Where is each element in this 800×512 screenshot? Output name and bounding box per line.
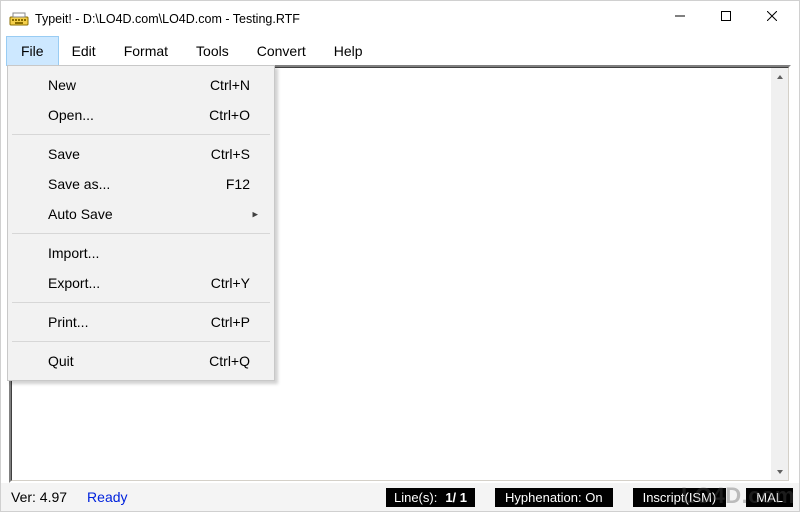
ready-label: Ready bbox=[87, 489, 127, 505]
app-window: { "titlebar": { "title": "Typeit! - D:\\… bbox=[0, 0, 800, 512]
menu-item-save[interactable]: SaveCtrl+S bbox=[10, 139, 272, 169]
hyphenation-pane: Hyphenation: On bbox=[495, 488, 613, 507]
inscript-pane: Inscript(ISM) bbox=[633, 488, 727, 507]
file-menu-dropdown: NewCtrl+N Open...Ctrl+O SaveCtrl+S Save … bbox=[7, 65, 275, 381]
lines-value: 1/ 1 bbox=[445, 490, 467, 505]
window-controls bbox=[657, 1, 795, 37]
submenu-arrow-icon: ▸ bbox=[252, 208, 258, 221]
app-icon bbox=[9, 11, 29, 27]
menu-item-new[interactable]: NewCtrl+N bbox=[10, 70, 272, 100]
lines-label: Line(s): bbox=[394, 490, 437, 505]
menu-item-save-as[interactable]: Save as...F12 bbox=[10, 169, 272, 199]
menu-separator bbox=[12, 134, 270, 135]
menu-format[interactable]: Format bbox=[110, 37, 182, 65]
menu-convert[interactable]: Convert bbox=[243, 37, 320, 65]
menu-bar: File Edit Format Tools Convert Help bbox=[1, 37, 799, 65]
menu-separator bbox=[12, 233, 270, 234]
lines-pane: Line(s): 1/ 1 bbox=[386, 488, 475, 507]
menu-edit[interactable]: Edit bbox=[58, 37, 110, 65]
vertical-scrollbar[interactable] bbox=[771, 68, 788, 480]
menu-item-export[interactable]: Export...Ctrl+Y bbox=[10, 268, 272, 298]
status-bar: Ver: 4.97 Ready Line(s): 1/ 1 Hyphenatio… bbox=[1, 483, 799, 511]
menu-item-print[interactable]: Print...Ctrl+P bbox=[10, 307, 272, 337]
menu-item-autosave[interactable]: Auto Save▸ bbox=[10, 199, 272, 229]
maximize-button[interactable] bbox=[703, 1, 749, 31]
minimize-button[interactable] bbox=[657, 1, 703, 31]
menu-item-open[interactable]: Open...Ctrl+O bbox=[10, 100, 272, 130]
menu-item-quit[interactable]: QuitCtrl+Q bbox=[10, 346, 272, 376]
scroll-down-button[interactable] bbox=[771, 463, 788, 480]
menu-help[interactable]: Help bbox=[320, 37, 377, 65]
window-title: Typeit! - D:\LO4D.com\LO4D.com - Testing… bbox=[35, 12, 657, 26]
menu-separator bbox=[12, 341, 270, 342]
close-button[interactable] bbox=[749, 1, 795, 31]
lang-pane: MAL bbox=[746, 488, 793, 507]
menu-tools[interactable]: Tools bbox=[182, 37, 243, 65]
version-label: Ver: 4.97 bbox=[11, 489, 67, 505]
title-bar: Typeit! - D:\LO4D.com\LO4D.com - Testing… bbox=[1, 1, 799, 37]
scroll-up-button[interactable] bbox=[771, 68, 788, 85]
scroll-track[interactable] bbox=[771, 85, 788, 463]
menu-item-import[interactable]: Import... bbox=[10, 238, 272, 268]
menu-separator bbox=[12, 302, 270, 303]
menu-file[interactable]: File bbox=[7, 37, 58, 65]
